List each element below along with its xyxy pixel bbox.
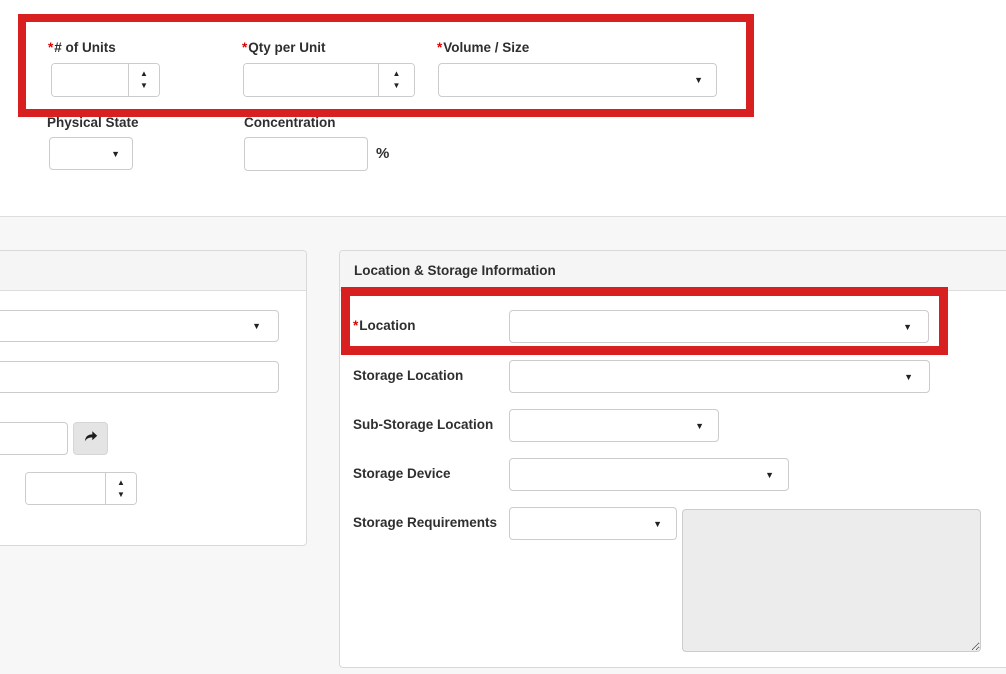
num-units-label: *# of Units — [48, 40, 116, 56]
chevron-down-icon: ▼ — [765, 470, 774, 480]
chevron-down-icon: ▼ — [111, 149, 120, 159]
concentration-label: Concentration — [244, 115, 336, 131]
qty-per-unit-spinner: ▲ ▼ — [243, 63, 415, 97]
spinner-down-icon[interactable]: ▼ — [393, 82, 401, 90]
qty-per-unit-label: *Qty per Unit — [242, 40, 326, 56]
percent-suffix: % — [376, 145, 389, 162]
required-asterisk: * — [353, 318, 358, 333]
share-forward-arrow-icon — [83, 428, 99, 449]
spinner-up-icon[interactable]: ▲ — [117, 479, 125, 487]
left-panel-lookup-input[interactable] — [0, 422, 68, 455]
location-storage-panel-header: Location & Storage Information — [340, 251, 1006, 291]
storage-requirements-label: Storage Requirements — [353, 515, 497, 531]
chevron-down-icon: ▼ — [904, 372, 913, 382]
location-storage-panel-title: Location & Storage Information — [340, 263, 556, 278]
form-screen: *# of Units ▲ ▼ *Qty per Unit ▲ ▼ *Volum… — [0, 0, 1006, 674]
spinner-down-icon[interactable]: ▼ — [140, 82, 148, 90]
storage-location-select[interactable]: ▼ — [509, 360, 930, 393]
location-label: *Location — [353, 318, 416, 334]
chevron-down-icon: ▼ — [694, 75, 703, 85]
storage-requirements-notes[interactable] — [682, 509, 981, 652]
required-asterisk: * — [48, 40, 53, 55]
num-units-spinner: ▲ ▼ — [51, 63, 160, 97]
left-panel: Select... ▼ ▲ ▼ — [0, 250, 307, 546]
chevron-down-icon: ▼ — [653, 519, 662, 529]
forward-lookup-button[interactable] — [73, 422, 108, 455]
spinner-up-icon[interactable]: ▲ — [393, 70, 401, 78]
chevron-down-icon: ▼ — [903, 322, 912, 332]
storage-device-label: Storage Device — [353, 466, 451, 482]
left-panel-spin-buttons: ▲ ▼ — [105, 473, 136, 504]
volume-size-select[interactable]: ▼ — [438, 63, 717, 97]
left-panel-text-input[interactable] — [0, 361, 279, 393]
physical-state-label: Physical State — [47, 115, 139, 131]
physical-state-select[interactable]: ▼ — [49, 137, 133, 170]
left-panel-spinner: ▲ ▼ — [25, 472, 137, 505]
sub-storage-location-label: Sub-Storage Location — [353, 417, 493, 433]
qty-per-unit-input[interactable] — [244, 64, 378, 96]
required-asterisk: * — [242, 40, 247, 55]
volume-size-label: *Volume / Size — [437, 40, 529, 56]
concentration-input[interactable] — [244, 137, 368, 171]
storage-requirements-select[interactable]: ▼ — [509, 507, 677, 540]
storage-location-label: Storage Location — [353, 368, 463, 384]
chevron-down-icon: ▼ — [695, 421, 704, 431]
num-units-spin-buttons: ▲ ▼ — [128, 64, 159, 96]
num-units-input[interactable] — [52, 64, 128, 96]
left-panel-select[interactable]: Select... ▼ — [0, 310, 279, 342]
spinner-down-icon[interactable]: ▼ — [117, 491, 125, 499]
storage-device-select[interactable]: ▼ — [509, 458, 789, 491]
spinner-up-icon[interactable]: ▲ — [140, 70, 148, 78]
chevron-down-icon: ▼ — [252, 321, 261, 331]
location-storage-panel: Location & Storage Information *Location… — [339, 250, 1006, 668]
location-select[interactable]: ▼ — [509, 310, 929, 343]
required-asterisk: * — [437, 40, 442, 55]
qty-per-unit-spin-buttons: ▲ ▼ — [378, 64, 414, 96]
left-panel-spinner-input[interactable] — [26, 473, 105, 504]
sub-storage-location-select[interactable]: ▼ — [509, 409, 719, 442]
left-panel-header — [0, 251, 306, 291]
